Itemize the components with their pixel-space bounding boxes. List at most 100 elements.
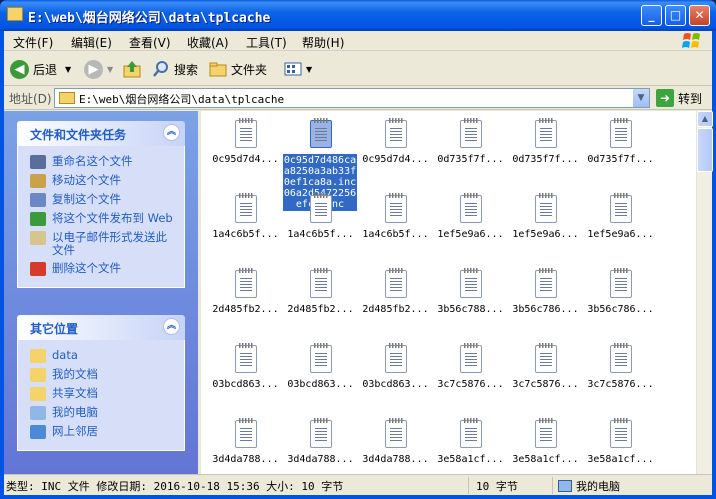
views-dropdown-icon: ▼ bbox=[306, 64, 313, 74]
file-item[interactable]: 1a4c6b5f... bbox=[283, 192, 358, 240]
task-link[interactable]: 重命名这个文件 bbox=[30, 155, 174, 169]
folder-icon bbox=[7, 7, 23, 21]
file-item[interactable]: 3e58a1cf... bbox=[583, 417, 658, 465]
go-button[interactable]: ➜ 转到 bbox=[656, 89, 702, 107]
text-file-icon bbox=[309, 418, 332, 448]
menu-favorites[interactable]: 收藏(A) bbox=[187, 34, 229, 51]
folders-icon bbox=[209, 62, 227, 77]
menu-edit[interactable]: 编辑(E) bbox=[71, 34, 112, 51]
menu-help[interactable]: 帮助(H) bbox=[302, 34, 344, 51]
other-places-header[interactable]: 其它位置 ︽ bbox=[17, 315, 185, 340]
folders-button[interactable]: 文件夹 bbox=[209, 57, 267, 81]
maximize-button[interactable]: □ bbox=[665, 5, 686, 26]
publish-web-icon bbox=[30, 212, 46, 226]
views-button[interactable]: ▼ bbox=[284, 57, 312, 81]
forward-button[interactable]: ▶ ▼ bbox=[84, 57, 113, 81]
file-item[interactable]: 03bcd863... bbox=[358, 342, 433, 390]
title-bar[interactable]: E:\web\烟台网络公司\data\tplcache _ □ ✕ bbox=[0, 0, 716, 31]
other-places-title: 其它位置 bbox=[30, 322, 79, 336]
file-name: 1a4c6b5f... bbox=[287, 229, 354, 240]
other-places-body: data 我的文档共享文档我的电脑网上邻居 bbox=[17, 340, 185, 451]
text-file-icon bbox=[609, 193, 632, 223]
file-tasks-header[interactable]: 文件和文件夹任务 ︽ bbox=[17, 121, 185, 146]
collapse-chevron-icon[interactable]: ︽ bbox=[163, 318, 180, 335]
text-file-icon bbox=[384, 268, 407, 298]
menu-tools[interactable]: 工具(T) bbox=[246, 34, 287, 51]
file-item[interactable]: 1ef5e9a6... bbox=[433, 192, 508, 240]
task-link[interactable]: 以电子邮件形式发送此文件 bbox=[30, 231, 174, 257]
file-item[interactable]: 3b56c788... bbox=[433, 267, 508, 315]
status-separator bbox=[468, 477, 469, 494]
task-link[interactable]: 我的文档 bbox=[30, 368, 174, 382]
text-file-icon bbox=[609, 268, 632, 298]
file-item[interactable]: 3d4da788... bbox=[208, 417, 283, 465]
file-item[interactable]: 0d735f7f... bbox=[583, 117, 658, 165]
collapse-chevron-icon[interactable]: ︽ bbox=[163, 124, 180, 141]
file-item[interactable]: 1a4c6b5f... bbox=[208, 192, 283, 240]
file-item[interactable]: 03bcd863... bbox=[208, 342, 283, 390]
menu-view[interactable]: 查看(V) bbox=[129, 34, 171, 51]
address-dropdown-icon[interactable]: ▼ bbox=[632, 89, 649, 107]
status-info: 类型: INC 文件 修改日期: 2016-10-18 15:36 大小: 10… bbox=[6, 480, 344, 493]
task-link[interactable]: 我的电脑 bbox=[30, 406, 174, 420]
file-name: 0d735f7f... bbox=[587, 154, 654, 165]
text-file-icon bbox=[609, 343, 632, 373]
file-item[interactable]: 3b56c786... bbox=[583, 267, 658, 315]
back-button[interactable]: ◀ 后退 ▼ bbox=[10, 57, 71, 81]
file-item[interactable]: 3e58a1cf... bbox=[508, 417, 583, 465]
file-name: 3e58a1cf... bbox=[437, 454, 504, 465]
task-link[interactable]: 共享文档 bbox=[30, 387, 174, 401]
address-field[interactable]: E:\web\烟台网络公司\data\tplcache ▼ bbox=[54, 88, 650, 108]
forward-dropdown-icon[interactable]: ▼ bbox=[107, 65, 113, 74]
back-label: 后退 bbox=[33, 62, 58, 77]
scroll-up-icon[interactable]: ▲ bbox=[697, 111, 713, 127]
file-item[interactable]: 1a4c6b5f... bbox=[358, 192, 433, 240]
file-name: 3b56c788... bbox=[437, 304, 504, 315]
search-button[interactable]: 搜索 bbox=[152, 57, 198, 81]
file-item[interactable]: 3b56c786... bbox=[508, 267, 583, 315]
file-item[interactable]: 3e58a1cf... bbox=[433, 417, 508, 465]
scroll-thumb[interactable] bbox=[697, 128, 713, 172]
file-item[interactable]: 1ef5e9a6... bbox=[583, 192, 658, 240]
file-item[interactable]: 0c95d7d4... bbox=[358, 117, 433, 165]
file-item[interactable]: 0d735f7f... bbox=[433, 117, 508, 165]
back-arrow-icon: ◀ bbox=[10, 59, 29, 79]
file-item[interactable]: 2d485fb2... bbox=[208, 267, 283, 315]
file-item[interactable]: 2d485fb2... bbox=[358, 267, 433, 315]
task-link[interactable]: data bbox=[30, 349, 174, 363]
text-file-icon bbox=[534, 193, 557, 223]
file-item[interactable]: 0d735f7f... bbox=[508, 117, 583, 165]
task-link-label: 以电子邮件形式发送此文件 bbox=[52, 230, 167, 257]
task-link-label: 共享文档 bbox=[52, 386, 98, 400]
text-file-icon bbox=[234, 268, 257, 298]
menu-file[interactable]: 文件(F) bbox=[13, 34, 53, 51]
file-item[interactable]: 1ef5e9a6... bbox=[508, 192, 583, 240]
address-value[interactable]: E:\web\烟台网络公司\data\tplcache bbox=[79, 91, 284, 107]
file-list: 0c95d7d4... 0c95d7d486caa8250a3ab33f0ef1c… bbox=[201, 111, 696, 474]
file-item[interactable]: 03bcd863... bbox=[283, 342, 358, 390]
delete-icon bbox=[30, 262, 46, 276]
vertical-scrollbar[interactable]: ▲ bbox=[696, 111, 713, 474]
file-item[interactable]: 3c7c5876... bbox=[508, 342, 583, 390]
status-bar: 类型: INC 文件 修改日期: 2016-10-18 15:36 大小: 10… bbox=[4, 474, 712, 495]
file-name: 3d4da788... bbox=[287, 454, 354, 465]
folder-icon bbox=[30, 349, 46, 363]
back-dropdown-icon[interactable]: ▼ bbox=[65, 65, 71, 74]
task-link[interactable]: 复制这个文件 bbox=[30, 193, 174, 207]
file-item[interactable]: 3c7c5876... bbox=[433, 342, 508, 390]
up-folder-button[interactable] bbox=[122, 57, 142, 81]
file-item[interactable]: 0c95d7d4... bbox=[208, 117, 283, 165]
file-item[interactable]: 3c7c5876... bbox=[583, 342, 658, 390]
task-link[interactable]: 删除这个文件 bbox=[30, 262, 174, 276]
file-item[interactable]: 3d4da788... bbox=[283, 417, 358, 465]
file-item[interactable]: 2d485fb2... bbox=[283, 267, 358, 315]
task-link[interactable]: 移动这个文件 bbox=[30, 174, 174, 188]
file-item[interactable]: 3d4da788... bbox=[358, 417, 433, 465]
task-link-label: 将这个文件发布到 Web bbox=[52, 211, 173, 225]
close-button[interactable]: ✕ bbox=[689, 5, 710, 26]
task-link[interactable]: 网上邻居 bbox=[30, 425, 174, 439]
text-file-icon bbox=[234, 118, 257, 148]
task-link[interactable]: 将这个文件发布到 Web bbox=[30, 212, 174, 226]
address-bar: 地址(D) E:\web\烟台网络公司\data\tplcache ▼ ➜ 转到 bbox=[4, 86, 712, 110]
minimize-button[interactable]: _ bbox=[641, 5, 662, 26]
